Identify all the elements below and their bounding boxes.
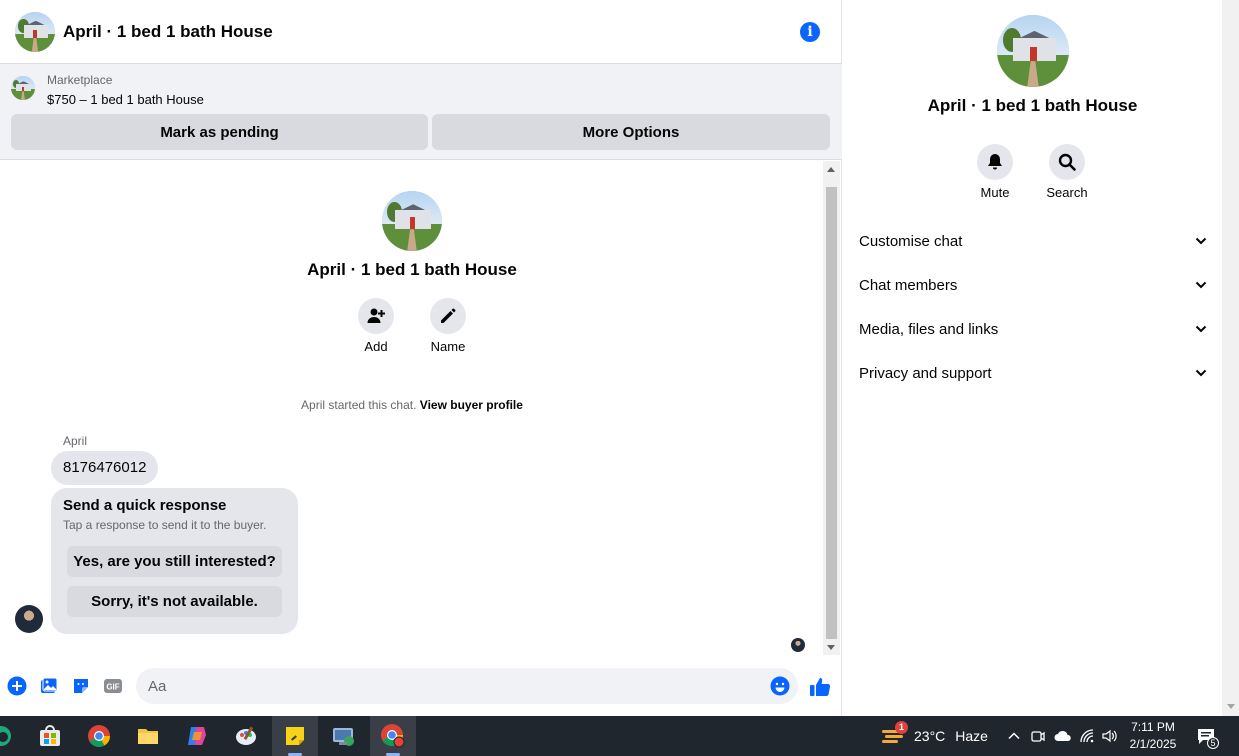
more-options-button[interactable]: More Options: [432, 114, 830, 150]
messenger-window: April · 1 bed 1 bath House i Marketplace…: [0, 0, 1239, 716]
gif-icon[interactable]: GIF: [103, 676, 123, 696]
notification-count-badge: 5: [1207, 737, 1219, 749]
listing-thumbnail[interactable]: [11, 76, 35, 100]
copilot-icon[interactable]: [174, 716, 220, 756]
chat-pane: April · 1 bed 1 bath House i Marketplace…: [0, 0, 842, 716]
add-person-icon: [367, 308, 385, 323]
privacy-support-section[interactable]: Privacy and support: [859, 363, 1207, 383]
chevron-up-icon[interactable]: [1006, 728, 1022, 744]
quick-response-not-available[interactable]: Sorry, it's not available.: [67, 586, 282, 617]
weather-temperature: 23°C: [914, 728, 946, 744]
paint-icon[interactable]: [223, 716, 269, 756]
conversation-details-panel: April · 1 bed 1 bath House Mute Search C…: [843, 0, 1222, 716]
emoji-icon[interactable]: [770, 676, 790, 696]
scroll-down-arrow-icon[interactable]: [827, 645, 835, 650]
mute-button[interactable]: [977, 144, 1013, 180]
intro-avatar: [382, 191, 442, 251]
wifi-icon[interactable]: [1079, 728, 1095, 744]
search-button[interactable]: [1049, 144, 1085, 180]
message-composer: GIF: [0, 664, 842, 708]
add-person-button[interactable]: [358, 298, 394, 334]
scroll-up-arrow-icon[interactable]: [827, 167, 835, 172]
quick-response-subtitle: Tap a response to send it to the buyer.: [63, 518, 267, 532]
section-label: Chat members: [859, 276, 958, 294]
message-bubble[interactable]: 8176476012: [51, 451, 159, 485]
sender-name: April: [63, 434, 88, 448]
search-icon: [1058, 153, 1076, 171]
details-avatar[interactable]: [997, 15, 1069, 87]
scroll-down-arrow-icon[interactable]: [1227, 704, 1235, 709]
notification-center-icon[interactable]: 5: [1196, 726, 1219, 749]
weather-widget[interactable]: 1 23°C Haze: [880, 716, 988, 756]
chrome-profile-icon[interactable]: [370, 716, 416, 756]
listing-source: Marketplace: [47, 73, 113, 87]
app-icon[interactable]: [321, 716, 367, 756]
mute-label: Mute: [980, 185, 1010, 200]
sticker-icon[interactable]: [71, 676, 91, 696]
plus-icon[interactable]: [7, 676, 27, 696]
chrome-icon[interactable]: [76, 716, 122, 756]
name-label: Name: [430, 339, 466, 354]
info-icon[interactable]: i: [800, 22, 820, 42]
search-label: Search: [1046, 185, 1088, 200]
mark-pending-button[interactable]: Mark as pending: [11, 114, 428, 150]
started-text: April started this chat.: [301, 398, 417, 412]
windows-taskbar: 1 23°C Haze 7:11 PM 2/1/2025 5: [0, 716, 1239, 756]
thread-scrollbar[interactable]: [823, 161, 840, 655]
scroll-thumb[interactable]: [826, 187, 837, 639]
view-buyer-profile-link[interactable]: View buyer profile: [420, 398, 523, 412]
meet-now-icon[interactable]: [1030, 728, 1046, 744]
bell-icon: [988, 154, 1002, 170]
name-button[interactable]: [430, 298, 466, 334]
details-title: April · 1 bed 1 bath House: [927, 96, 1138, 115]
thumbs-up-icon[interactable]: [809, 676, 831, 698]
chat-members-section[interactable]: Chat members: [859, 275, 1207, 295]
message-thread: April · 1 bed 1 bath House Add Name Apri…: [0, 161, 822, 655]
clock-time: 7:11 PM: [1131, 720, 1175, 734]
add-label: Add: [364, 339, 388, 354]
system-clock[interactable]: 7:11 PM 2/1/2025: [1122, 719, 1184, 753]
weather-icon: 1: [880, 721, 908, 748]
volume-icon[interactable]: [1101, 728, 1117, 744]
section-label: Privacy and support: [859, 364, 992, 382]
pencil-icon: [441, 308, 456, 323]
section-label: Media, files and links: [859, 320, 999, 338]
intro-title: April · 1 bed 1 bath House: [307, 260, 517, 279]
quick-response-title: Send a quick response: [63, 497, 227, 514]
edge-icon[interactable]: [0, 716, 16, 756]
files-icon[interactable]: [125, 716, 171, 756]
chat-title[interactable]: April · 1 bed 1 bath House: [63, 22, 273, 42]
message-input[interactable]: [136, 668, 798, 704]
chevron-down-icon: [1195, 281, 1207, 289]
chevron-down-icon: [1195, 369, 1207, 377]
weather-alert-badge: 1: [895, 721, 908, 734]
gif-label: GIF: [106, 683, 119, 692]
quick-response-card: Send a quick response Tap a response to …: [51, 488, 298, 634]
chat-started-notice: April started this chat. View buyer prof…: [0, 398, 822, 412]
weather-description: Haze: [955, 728, 988, 744]
chat-avatar[interactable]: [15, 12, 55, 52]
chevron-down-icon: [1195, 237, 1207, 245]
listing-price-title[interactable]: $750 – 1 bed 1 bath House: [47, 92, 204, 107]
section-label: Customise chat: [859, 232, 963, 250]
sender-avatar[interactable]: [15, 605, 43, 633]
sticky-notes-icon[interactable]: [272, 716, 318, 756]
chat-header: April · 1 bed 1 bath House i: [0, 0, 842, 64]
customise-chat-section[interactable]: Customise chat: [859, 231, 1207, 251]
onedrive-cloud-icon[interactable]: [1054, 728, 1071, 744]
chevron-down-icon: [1195, 325, 1207, 333]
photo-icon[interactable]: [39, 676, 59, 696]
page-scrollbar[interactable]: [1222, 0, 1239, 716]
media-files-links-section[interactable]: Media, files and links: [859, 319, 1207, 339]
store-icon[interactable]: [27, 716, 73, 756]
clock-date: 2/1/2025: [1129, 737, 1177, 751]
seen-indicator-avatar: [791, 638, 805, 652]
listing-banner: Marketplace $750 – 1 bed 1 bath House Ma…: [0, 64, 842, 160]
quick-response-still-interested[interactable]: Yes, are you still interested?: [67, 546, 282, 577]
